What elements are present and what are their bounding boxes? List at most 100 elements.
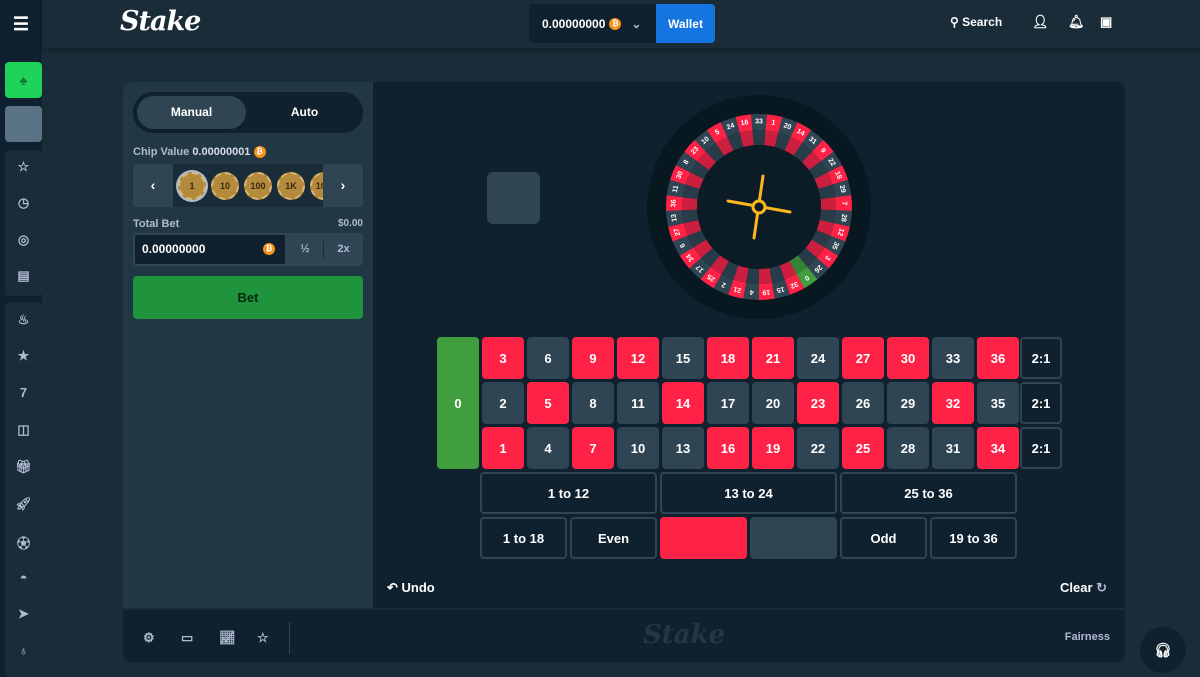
low-bet[interactable]: 1 to 18 [480, 517, 567, 559]
dozen-bet[interactable]: 13 to 24 [660, 472, 837, 514]
cell-14[interactable]: 14 [662, 382, 704, 424]
cell-31[interactable]: 31 [932, 427, 974, 469]
cell-27[interactable]: 27 [842, 337, 884, 379]
cell-0[interactable]: 0 [437, 337, 479, 469]
sidebar-sports-icon[interactable]: ⚽︎ [5, 533, 42, 552]
tab-auto[interactable]: Auto [250, 96, 359, 129]
cell-36[interactable]: 36 [977, 337, 1019, 379]
stake-logo[interactable]: Stake [120, 6, 201, 37]
cell-15[interactable]: 15 [662, 337, 704, 379]
chip-list: 1101001K 10K [173, 164, 323, 207]
odd-bet[interactable]: Odd [840, 517, 927, 559]
favourite-icon[interactable]: ☆ [257, 630, 269, 646]
chip-100[interactable]: 100 [244, 172, 272, 200]
settings-icon[interactable]: ⚙ [143, 630, 155, 646]
balance-selector[interactable]: 0.00000000 ₿ ⌄ [529, 4, 656, 43]
cell-16[interactable]: 16 [707, 427, 749, 469]
chip-1[interactable]: 1 [178, 172, 206, 200]
sidebar-promotions-icon[interactable]: 🎁︎ [5, 459, 42, 475]
chip-1K[interactable]: 1K [277, 172, 305, 200]
sidebar-slots-icon[interactable]: 7 [5, 385, 42, 400]
cell-12[interactable]: 12 [617, 337, 659, 379]
undo-button[interactable]: ↶ Undo [387, 580, 435, 596]
cell-1[interactable]: 1 [482, 427, 524, 469]
cell-28[interactable]: 28 [887, 427, 929, 469]
dozen-bet[interactable]: 25 to 36 [840, 472, 1017, 514]
cell-33[interactable]: 33 [932, 337, 974, 379]
search-icon: ⚲ [950, 15, 963, 29]
black-bet[interactable] [750, 517, 837, 559]
sidebar-esports-icon[interactable]: ➤ [5, 606, 42, 622]
cell-35[interactable]: 35 [977, 382, 1019, 424]
cell-17[interactable]: 17 [707, 382, 749, 424]
sidebar-live-casino-icon[interactable]: ◫ [5, 422, 42, 438]
cell-32[interactable]: 32 [932, 382, 974, 424]
sports-tile[interactable] [5, 106, 42, 142]
cell-30[interactable]: 30 [887, 337, 929, 379]
column-bet[interactable]: 2:1 [1020, 337, 1062, 379]
sidebar-favourites-icon[interactable]: ☆ [5, 159, 42, 175]
chip-next-button[interactable]: › [323, 164, 363, 207]
dozen-bet[interactable]: 1 to 12 [480, 472, 657, 514]
high-bet[interactable]: 19 to 36 [930, 517, 1017, 559]
cell-11[interactable]: 11 [617, 382, 659, 424]
user-icon[interactable]: 👤︎ [1032, 14, 1049, 30]
cell-34[interactable]: 34 [977, 427, 1019, 469]
sidebar-hot-icon[interactable]: ♁ [5, 643, 42, 658]
sidebar-trending-icon[interactable]: ♨ [5, 312, 42, 328]
cell-6[interactable]: 6 [527, 337, 569, 379]
cell-25[interactable]: 25 [842, 427, 884, 469]
casino-tile[interactable]: ♠ [5, 62, 42, 98]
cell-22[interactable]: 22 [797, 427, 839, 469]
sidebar-new-releases-icon[interactable]: ★ [5, 348, 42, 364]
menu-button[interactable]: ☰ [0, 0, 42, 48]
cell-24[interactable]: 24 [797, 337, 839, 379]
cell-7[interactable]: 7 [572, 427, 614, 469]
even-bet[interactable]: Even [570, 517, 657, 559]
bet-button[interactable]: Bet [133, 276, 363, 319]
cell-19[interactable]: 19 [752, 427, 794, 469]
chip-10[interactable]: 10 [211, 172, 239, 200]
chat-icon[interactable]: ▣ [1100, 14, 1112, 30]
column-bet[interactable]: 2:1 [1020, 382, 1062, 424]
fairness-link[interactable]: Fairness [1065, 631, 1110, 643]
red-bet[interactable] [660, 517, 747, 559]
cell-21[interactable]: 21 [752, 337, 794, 379]
cell-29[interactable]: 29 [887, 382, 929, 424]
sidebar-racing-icon[interactable]: ◓ [5, 570, 42, 585]
wheel-number: 28 [839, 213, 847, 222]
cell-5[interactable]: 5 [527, 382, 569, 424]
clear-button[interactable]: Clear ↻ [1060, 580, 1107, 596]
cell-13[interactable]: 13 [662, 427, 704, 469]
cell-23[interactable]: 23 [797, 382, 839, 424]
half-button[interactable]: ½ [287, 233, 323, 266]
sidebar-my-bets-icon[interactable]: ▤ [5, 268, 42, 284]
cell-3[interactable]: 3 [482, 337, 524, 379]
sidebar-recent-icon[interactable]: ◷ [5, 195, 42, 211]
total-bet-input[interactable]: 0.00000000 ₿ [133, 233, 287, 266]
wallet-button[interactable]: Wallet [656, 4, 715, 43]
support-button[interactable]: 🎧︎ [1140, 627, 1186, 673]
sidebar-challenges-icon[interactable]: ◎ [5, 232, 42, 248]
chip-10K[interactable]: 10K [310, 172, 323, 200]
undo-icon: ↶ [387, 580, 402, 595]
search-button[interactable]: ⚲ Search [950, 15, 1002, 29]
sidebar-stake-originals-icon[interactable]: 🚀︎ [5, 496, 42, 512]
chip-prev-button[interactable]: ‹ [133, 164, 173, 207]
cell-9[interactable]: 9 [572, 337, 614, 379]
column-bet[interactable]: 2:1 [1020, 427, 1062, 469]
cell-20[interactable]: 20 [752, 382, 794, 424]
stats-icon[interactable]: 📈︎ [219, 630, 236, 646]
theatre-mode-icon[interactable]: ▭ [181, 630, 193, 646]
cell-8[interactable]: 8 [572, 382, 614, 424]
cell-10[interactable]: 10 [617, 427, 659, 469]
tab-manual[interactable]: Manual [137, 96, 246, 129]
double-button[interactable]: 2x [324, 233, 363, 266]
cell-18[interactable]: 18 [707, 337, 749, 379]
bell-icon[interactable]: 🔔︎ [1068, 14, 1085, 30]
bitcoin-icon: ₿ [263, 243, 275, 255]
cell-26[interactable]: 26 [842, 382, 884, 424]
cell-4[interactable]: 4 [527, 427, 569, 469]
game-footer: ⚙ ▭ 📈︎ ☆ Stake Fairness [123, 608, 1125, 662]
cell-2[interactable]: 2 [482, 382, 524, 424]
